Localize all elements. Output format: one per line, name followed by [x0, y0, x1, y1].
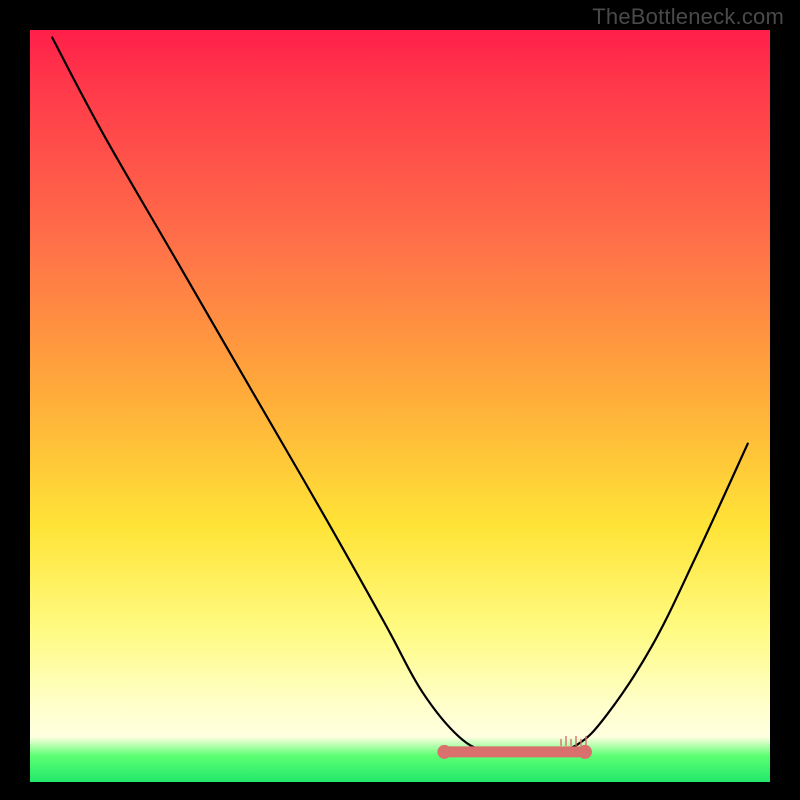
- watermark-text: TheBottleneck.com: [592, 4, 784, 30]
- curve-line: [52, 38, 748, 754]
- marker-dot: [578, 745, 592, 759]
- plot-area: [30, 30, 770, 782]
- chart-frame: TheBottleneck.com: [0, 0, 800, 800]
- marker-dot: [437, 745, 451, 759]
- bottleneck-curve: [30, 30, 770, 782]
